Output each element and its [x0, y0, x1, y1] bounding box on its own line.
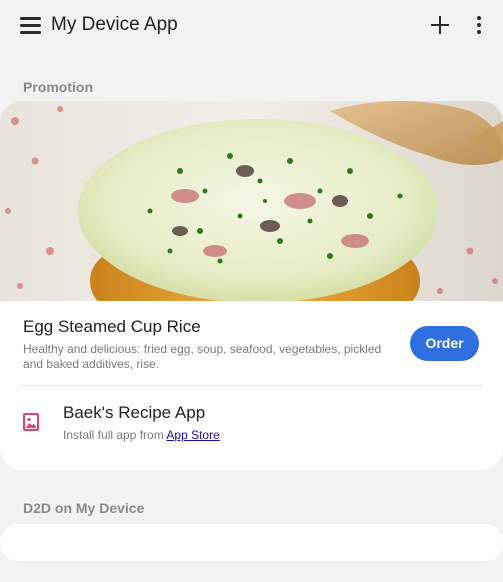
more-vert-icon[interactable] [474, 16, 484, 36]
install-prefix: Install full app from [63, 428, 164, 442]
app-store-link[interactable]: App Store [166, 428, 219, 442]
d2d-section-label: D2D on My Device [23, 500, 145, 516]
install-text: Install full app from App Store [63, 428, 220, 442]
dish-photo [0, 101, 503, 301]
app-title: My Device App [51, 14, 178, 35]
recipe-app-row[interactable]: Baek's Recipe App Install full app from … [0, 393, 503, 453]
order-button[interactable]: Order [410, 326, 479, 361]
promotion-card: Egg Steamed Cup Rice Healthy and delicio… [0, 101, 503, 470]
promotion-section-label: Promotion [23, 79, 93, 95]
divider [19, 385, 483, 386]
add-icon[interactable] [429, 14, 451, 36]
menu-icon[interactable] [20, 16, 42, 34]
image-icon [23, 413, 39, 431]
app-name: Baek's Recipe App [63, 403, 206, 422]
dish-title: Egg Steamed Cup Rice [23, 317, 201, 336]
d2d-card [0, 524, 503, 561]
dish-description: Healthy and delicious: fried egg, soup, … [23, 342, 382, 371]
app-bar: My Device App [0, 0, 503, 52]
